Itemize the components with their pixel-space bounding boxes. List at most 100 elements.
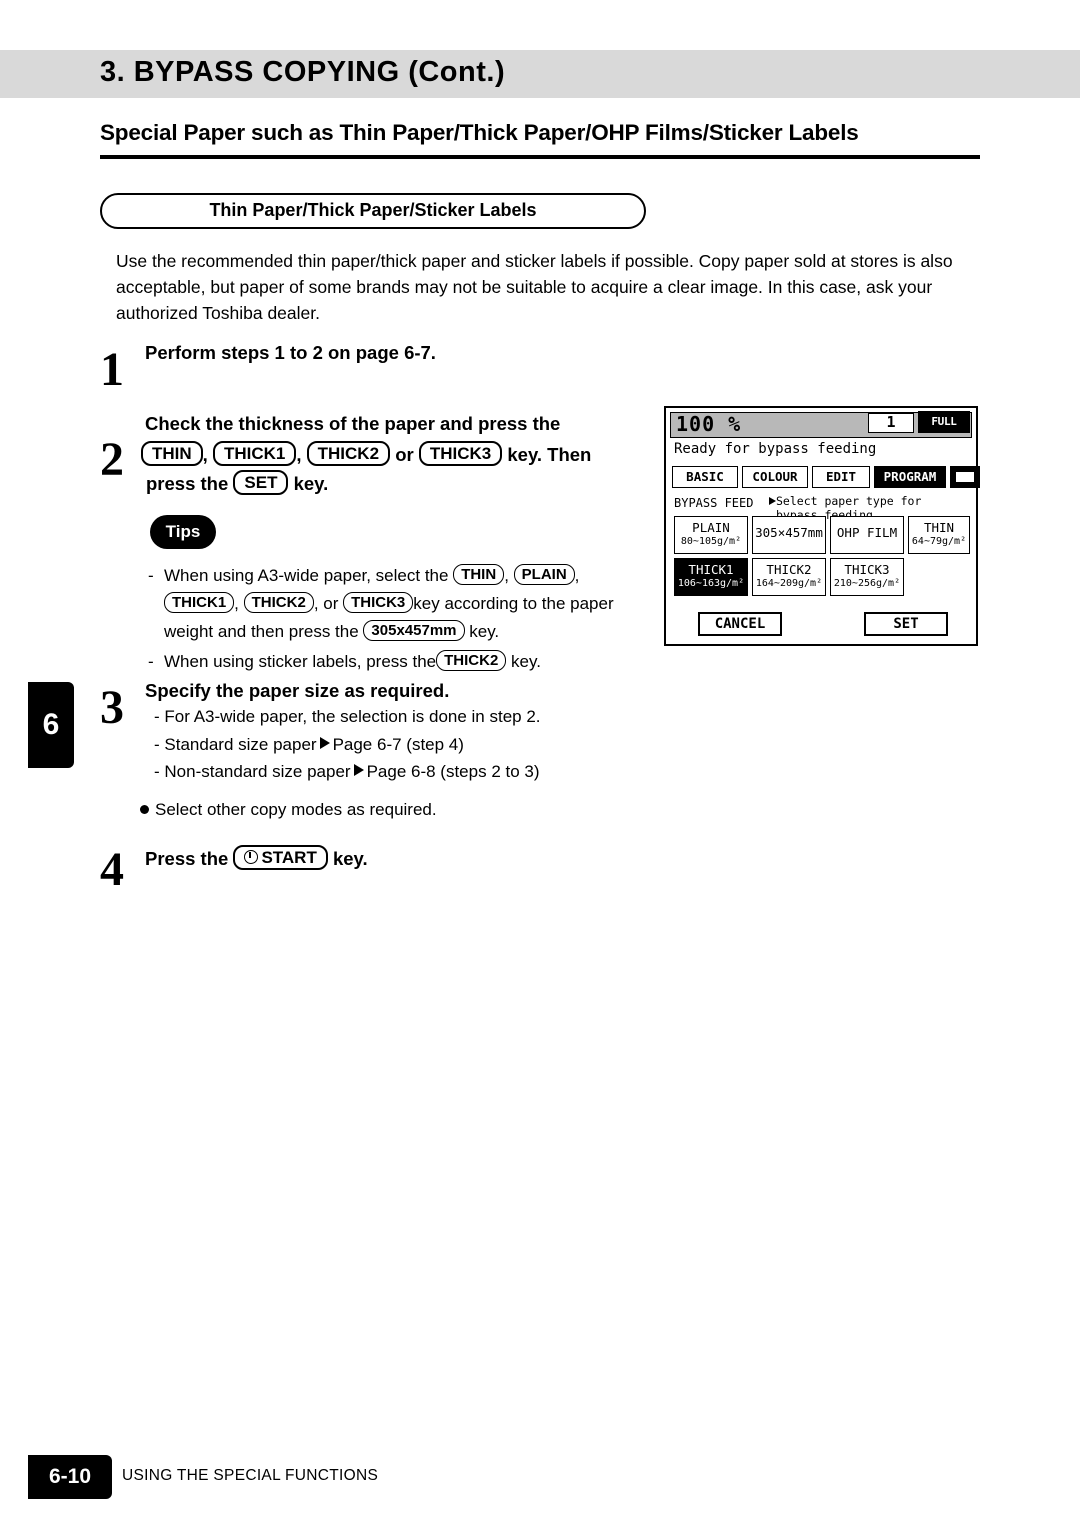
thick3-label: THICK3 <box>844 562 890 577</box>
chapter-number: 6 <box>42 708 60 741</box>
thick1-weight: 106~163g/m² <box>677 578 745 589</box>
ohp-label: OHP FILM <box>836 525 898 540</box>
dash-2: - <box>148 652 154 671</box>
or-word: or <box>395 444 414 465</box>
section-heading: Special Paper such as Thin Paper/Thick P… <box>100 120 859 145</box>
thick1-key-tip: THICK1 <box>164 592 235 613</box>
tips-list: - When using A3-wide paper, select the T… <box>148 562 658 676</box>
footer-page-number: 6-10 <box>48 1465 92 1488</box>
step-4-pre: Press the <box>145 848 229 869</box>
chapter-tab: 6 <box>28 682 74 768</box>
dash-3: - <box>154 707 160 726</box>
step-3-number: 3 <box>100 681 124 734</box>
step-2-number: 2 <box>100 433 124 486</box>
arrow-right-icon <box>319 736 330 749</box>
paper-type-thick3-button[interactable]: THICK3 210~256g/m² <box>830 558 904 596</box>
cancel-button[interactable]: CANCEL <box>698 612 782 636</box>
bullet-dot-icon <box>140 804 149 814</box>
step-2-line3: press the SET key. <box>146 470 328 495</box>
tips-item-2: - When using sticker labels, press the TH… <box>148 648 658 676</box>
thick3-key: THICK3 <box>418 441 503 466</box>
thick2-key: THICK2 <box>306 441 391 466</box>
thick2-key-tip2: THICK2 <box>436 650 507 671</box>
thick2-label: THICK2 <box>766 562 812 577</box>
paper-type-thick2-button[interactable]: THICK2 164~209g/m² <box>752 558 826 596</box>
thick3-weight: 210~256g/m² <box>833 578 901 589</box>
copy-count-display: 1 <box>868 413 914 433</box>
step-1-text: Perform steps 1 to 2 on page 6-7. <box>145 342 436 363</box>
plain-label: PLAIN <box>692 520 730 535</box>
tips-1-c1: , <box>504 566 509 585</box>
tab-colour[interactable]: COLOUR <box>742 466 808 488</box>
plain-key-tip: PLAIN <box>513 564 575 585</box>
step-3-item-3: - Non-standard size paper Page 6-8 (steps… <box>140 758 660 786</box>
step-3-text: Specify the paper size as required. <box>145 680 450 701</box>
step-3-item3-text: Non-standard size paper <box>164 762 351 781</box>
thick2-weight: 164~209g/m² <box>755 578 823 589</box>
start-key: START <box>233 845 328 870</box>
tips-1-c3: , <box>234 594 239 613</box>
tips-2-b: key. <box>511 652 541 671</box>
lcd-action-bar: CANCEL SET <box>672 612 972 640</box>
step-4-number: 4 <box>100 843 124 896</box>
press-the-text: press the <box>146 473 229 494</box>
dash-4: - <box>154 734 160 754</box>
arrow-pointer-icon <box>769 497 776 505</box>
size-label: 305×457mm <box>755 525 823 540</box>
sep-1: , <box>202 444 208 465</box>
step-4-text: Press the START key. <box>145 845 665 870</box>
step-2-keys-line: THIN, THICK1, THICK2 or THICK3 key. Then <box>141 440 681 470</box>
paper-type-plain-button[interactable]: PLAIN 80~105g/m² <box>674 516 748 554</box>
dash-1: - <box>148 566 154 585</box>
thick3-key-tip: THICK3 <box>343 592 414 613</box>
bypass-feed-panel: BYPASS FEED Select paper type for bypass… <box>672 494 972 606</box>
step-2-text: Check the thickness of the paper and pre… <box>145 411 665 437</box>
intro-paragraph: Use the recommended thin paper/thick pap… <box>116 251 953 323</box>
sep-2: , <box>296 444 302 465</box>
control-panel-screenshot: 100 % 1 FULL COLOUR Ready for bypass fee… <box>664 406 980 646</box>
tips-1-d: key. <box>469 622 500 641</box>
thin-key: THIN <box>141 441 203 466</box>
step-3-bullet-text: Select other copy modes as required. <box>155 799 437 819</box>
plain-weight: 80~105g/m² <box>680 536 742 547</box>
page-title: 3. BYPASS COPYING (Cont.) <box>100 56 506 88</box>
tab-program[interactable]: PROGRAM <box>874 466 946 488</box>
thin-key-tip: THIN <box>453 564 505 585</box>
set-key: SET <box>233 470 289 495</box>
step-3-item1-text: For A3-wide paper, the selection is done… <box>164 707 541 726</box>
set-button[interactable]: SET <box>864 612 948 636</box>
paper-type-thin-button[interactable]: THIN 64~79g/m² <box>908 516 970 554</box>
paper-type-thick1-button[interactable]: THICK1 106~163g/m² <box>674 558 748 596</box>
footer-page-tab: 6-10 <box>28 1455 112 1499</box>
paper-size-305x457-button[interactable]: 305×457mm <box>752 516 826 554</box>
tips-1-c2: , <box>574 566 580 585</box>
start-power-icon <box>244 850 259 864</box>
thick1-key: THICK1 <box>212 441 297 466</box>
lcd-tab-bar: BASIC COLOUR EDIT PROGRAM <box>672 466 980 490</box>
step-1-number: 1 <box>100 343 124 396</box>
tips-1-b: key according to the paper <box>413 594 614 613</box>
tips-1-c: weight and then press the <box>164 622 359 641</box>
key-word: key. <box>293 473 329 494</box>
step-4-post: key. <box>332 848 368 869</box>
tips-2-a: When using sticker labels, press the <box>164 652 437 671</box>
step-3-list: - For A3-wide paper, the selection is do… <box>140 703 660 823</box>
tips-badge: Tips <box>150 515 216 549</box>
status-message: Ready for bypass feeding <box>674 441 877 457</box>
paper-type-ohp-film-button[interactable]: OHP FILM <box>830 516 904 554</box>
tab-basic[interactable]: BASIC <box>672 466 738 488</box>
start-key-label: START <box>261 848 317 867</box>
keyboard-icon[interactable] <box>950 466 980 488</box>
thin-weight: 64~79g/m² <box>911 536 967 547</box>
dash-5: - <box>154 762 160 781</box>
tips-label: Tips <box>165 522 201 541</box>
step-2-tail: key. Then <box>507 444 592 465</box>
footer-section-name: USING THE SPECIAL FUNCTIONS <box>122 1467 379 1484</box>
tab-edit[interactable]: EDIT <box>812 466 870 488</box>
thick2-key-tip: THICK2 <box>243 592 314 613</box>
step-3-ref1: Page 6-7 (step 4) <box>332 734 464 754</box>
step-2-line1: Check the thickness of the paper and pre… <box>145 413 561 434</box>
section-divider <box>100 155 980 159</box>
tips-item-1: - When using A3-wide paper, select the T… <box>148 562 658 646</box>
step-3-bullet-line: Select other copy modes as required. <box>140 796 660 824</box>
